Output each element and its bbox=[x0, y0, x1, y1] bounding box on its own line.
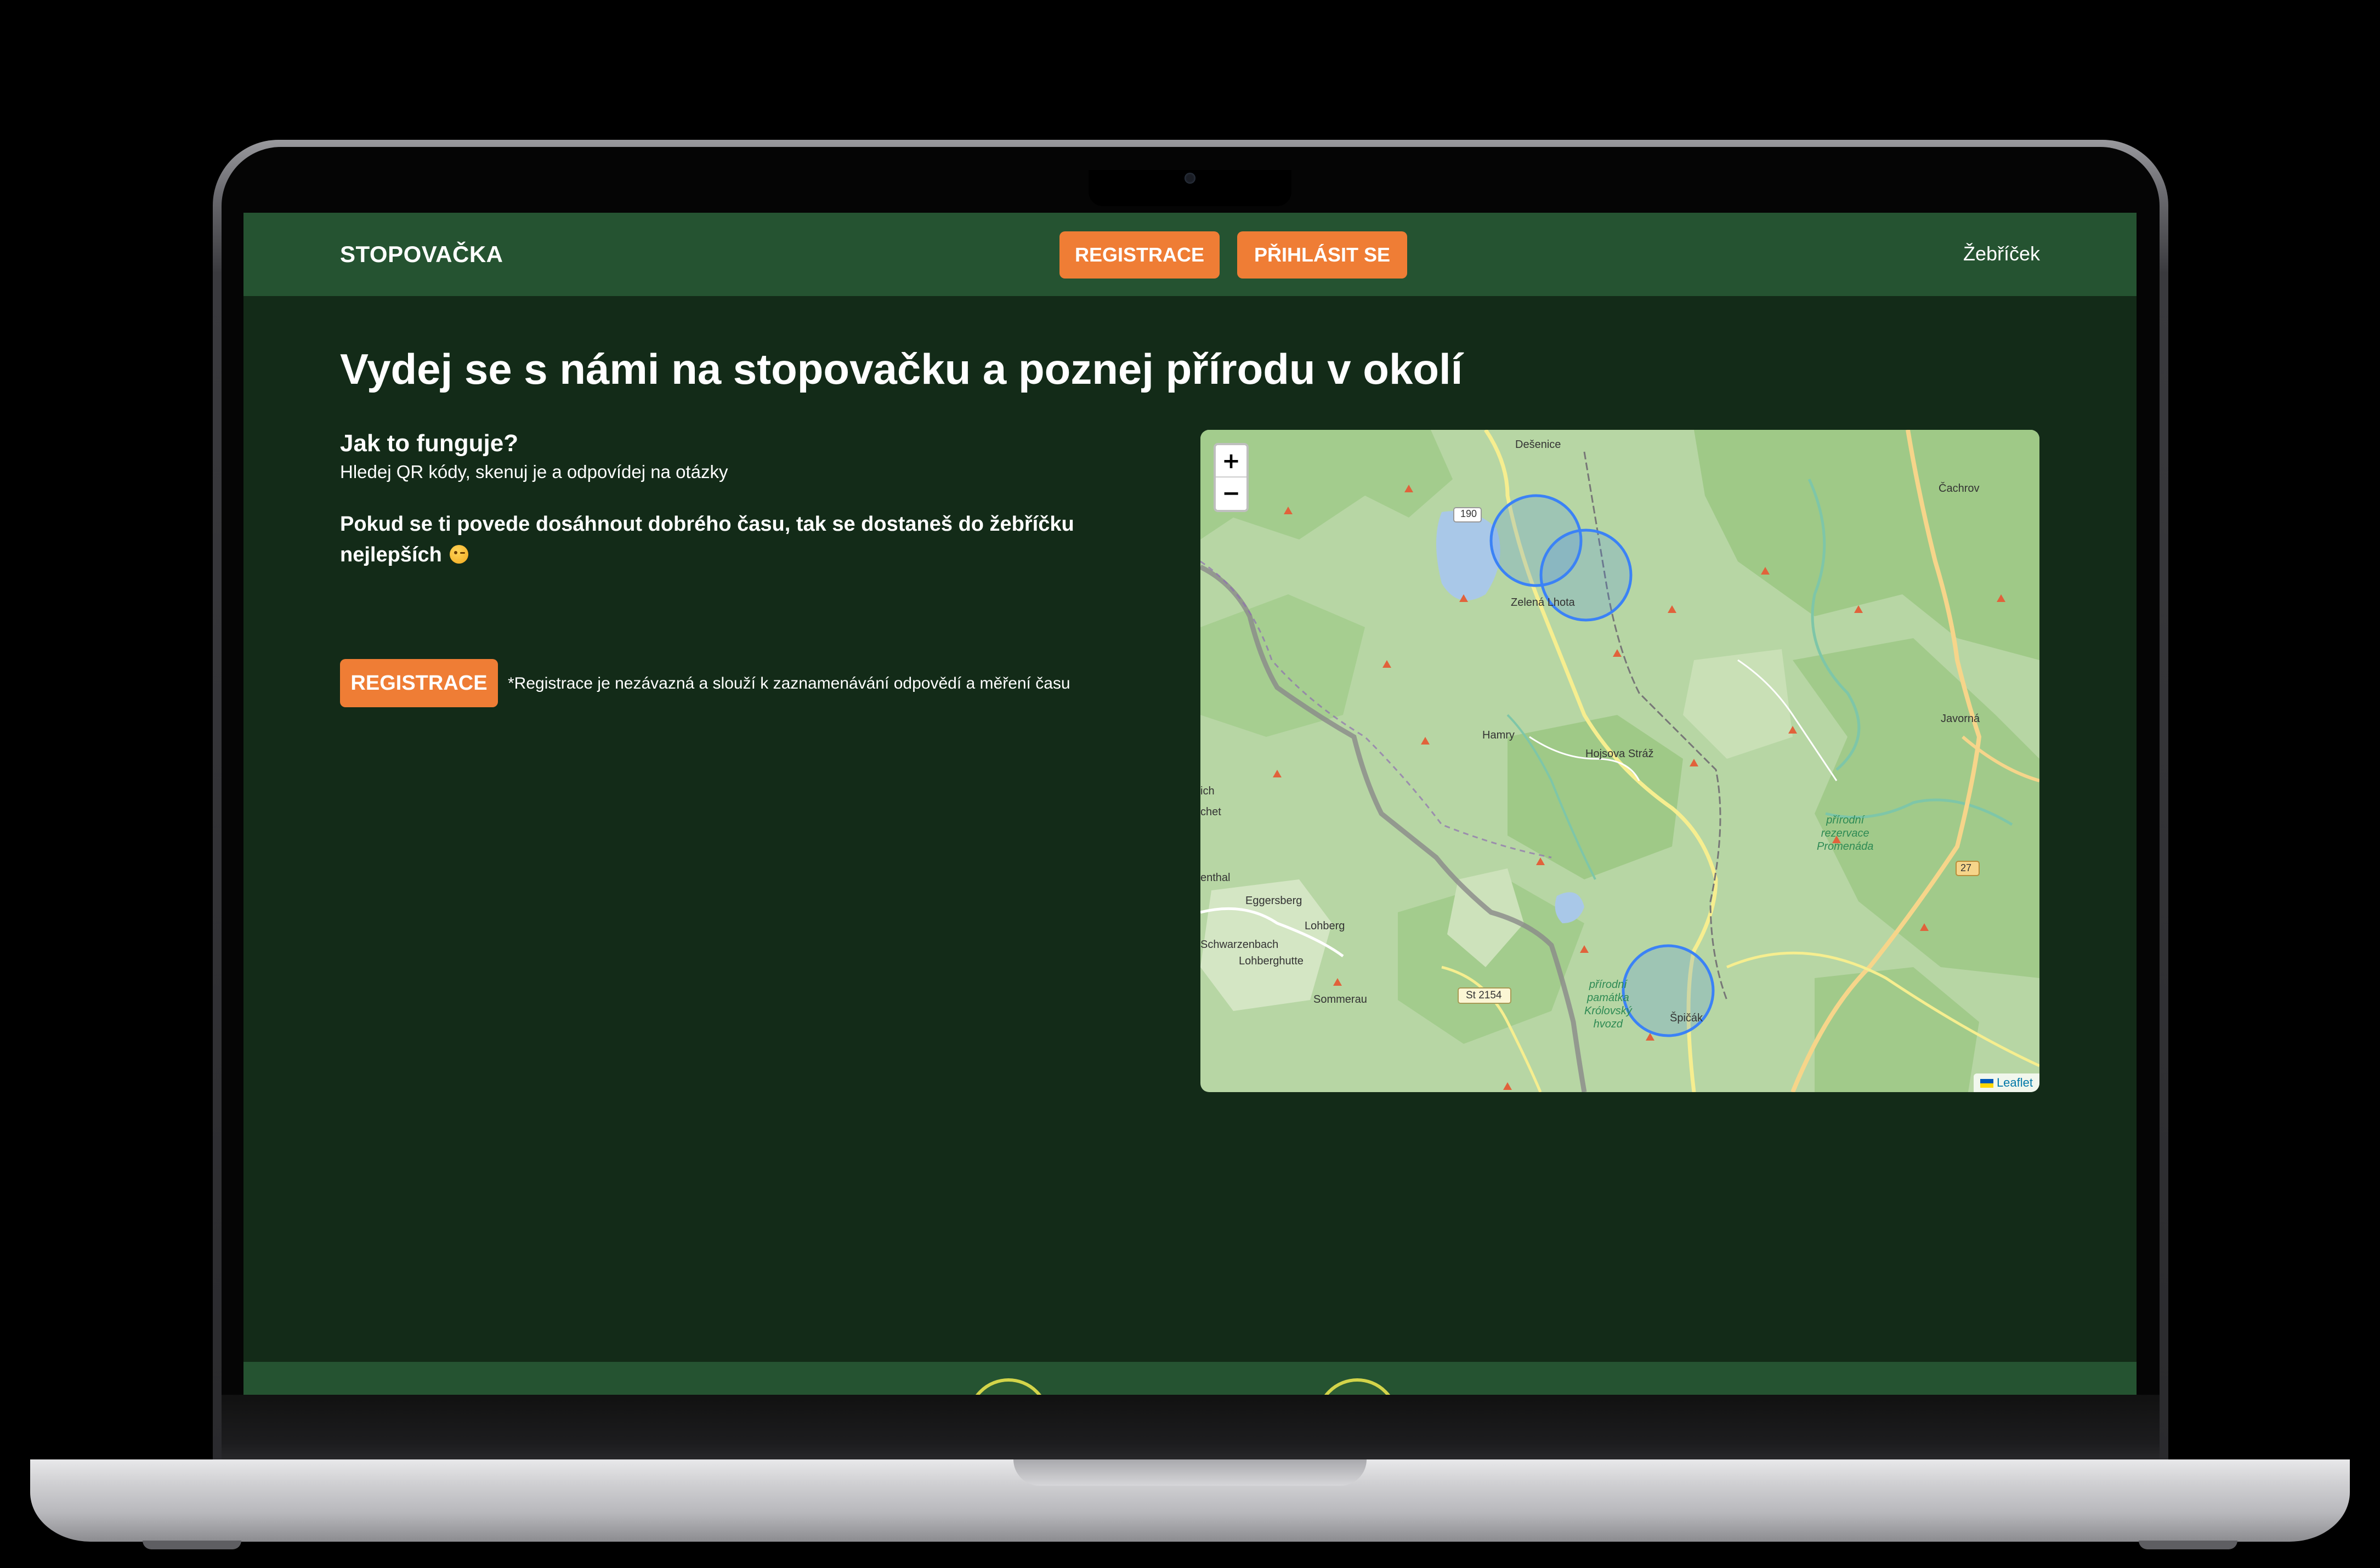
footer-badge-icon bbox=[1316, 1378, 1398, 1395]
map-label-javorna: Javorná bbox=[1941, 713, 1980, 725]
brand-logo[interactable]: STOPOVAČKA bbox=[340, 241, 503, 268]
map-view[interactable]: Dešenice Čachrov 190 Zelená Lhota Javorn… bbox=[1200, 430, 2039, 1092]
map-label-hojsova-straz: Hojsova Stráž bbox=[1585, 748, 1654, 760]
map-label-desenice: Dešenice bbox=[1515, 439, 1561, 451]
navbar: STOPOVAČKA REGISTRACE PŘIHLÁSIT SE Žebří… bbox=[243, 213, 2137, 296]
nav-leaderboard-link[interactable]: Žebříček bbox=[1963, 242, 2040, 265]
map-label-reserve-kralovsky-hvozd: přírodní památka Królovský hvozd bbox=[1584, 979, 1632, 1030]
laptop-foot-left bbox=[143, 1541, 241, 1549]
zoom-in-icon[interactable]: + bbox=[1216, 445, 1246, 478]
nav-register-button[interactable]: REGISTRACE bbox=[1059, 231, 1220, 279]
map-label-eggersberg: Eggersberg bbox=[1245, 895, 1302, 907]
map-label-lohberg: Lohberg bbox=[1305, 920, 1345, 932]
laptop-foot-right bbox=[2139, 1541, 2237, 1549]
map-label-cachrov: Čachrov bbox=[1939, 482, 1980, 495]
browser-screen: STOPOVAČKA REGISTRACE PŘIHLÁSIT SE Žebří… bbox=[243, 213, 2137, 1395]
laptop-base-notch bbox=[1013, 1459, 1367, 1486]
screen-bottom-edge bbox=[222, 1395, 2160, 1464]
map-label-road-st2154: St 2154 bbox=[1466, 990, 1502, 1001]
footer-badge-icon bbox=[967, 1378, 1050, 1395]
how-it-works-heading: Jak to funguje? bbox=[340, 430, 519, 457]
map-attribution[interactable]: Leaflet bbox=[1973, 1073, 2039, 1092]
map-attribution-label[interactable]: Leaflet bbox=[1997, 1076, 2033, 1089]
map-label-sommerau: Sommerau bbox=[1313, 993, 1367, 1005]
map-label-lohberghutte: Lohberghutte bbox=[1239, 955, 1304, 967]
how-it-works-text: Hledej QR kódy, skenuj je a odpovídej na… bbox=[340, 462, 728, 482]
map-label-zelena-lhota: Zelená Lhota bbox=[1511, 596, 1575, 609]
map-label-hamry: Hamry bbox=[1482, 729, 1515, 741]
zoom-out-icon[interactable]: − bbox=[1216, 478, 1246, 510]
wink-emoji-icon bbox=[450, 545, 469, 564]
flag-icon bbox=[1980, 1079, 1993, 1088]
map-zoom-control: + − bbox=[1214, 443, 1249, 512]
map-label-road-190: 190 bbox=[1460, 508, 1477, 519]
map-label-reserve-promenada: přírodní rezervace Promenáda bbox=[1817, 814, 1874, 853]
nav-login-button[interactable]: PŘIHLÁSIT SE bbox=[1237, 231, 1407, 279]
map-label-spicak: Špičák bbox=[1670, 1012, 1703, 1024]
page-title: Vydej se s námi na stopovačku a poznej p… bbox=[340, 345, 1463, 393]
map-label-road-27: 27 bbox=[1960, 862, 1972, 873]
register-button[interactable]: REGISTRACE bbox=[340, 659, 498, 707]
map-label-chet: chet bbox=[1200, 806, 1221, 818]
registration-note: *Registrace je nezávazná a slouží k zazn… bbox=[508, 674, 1070, 692]
map-label-enthal: enthal bbox=[1200, 872, 1231, 884]
map-label-schwarzenbach: Schwarzenbach bbox=[1200, 939, 1279, 951]
camera-icon bbox=[1185, 173, 1195, 184]
leaderboard-info: Pokud se ti povede dosáhnout dobrého čas… bbox=[340, 509, 1135, 570]
map-label-ich: ich bbox=[1200, 785, 1215, 797]
footer bbox=[243, 1362, 2137, 1395]
